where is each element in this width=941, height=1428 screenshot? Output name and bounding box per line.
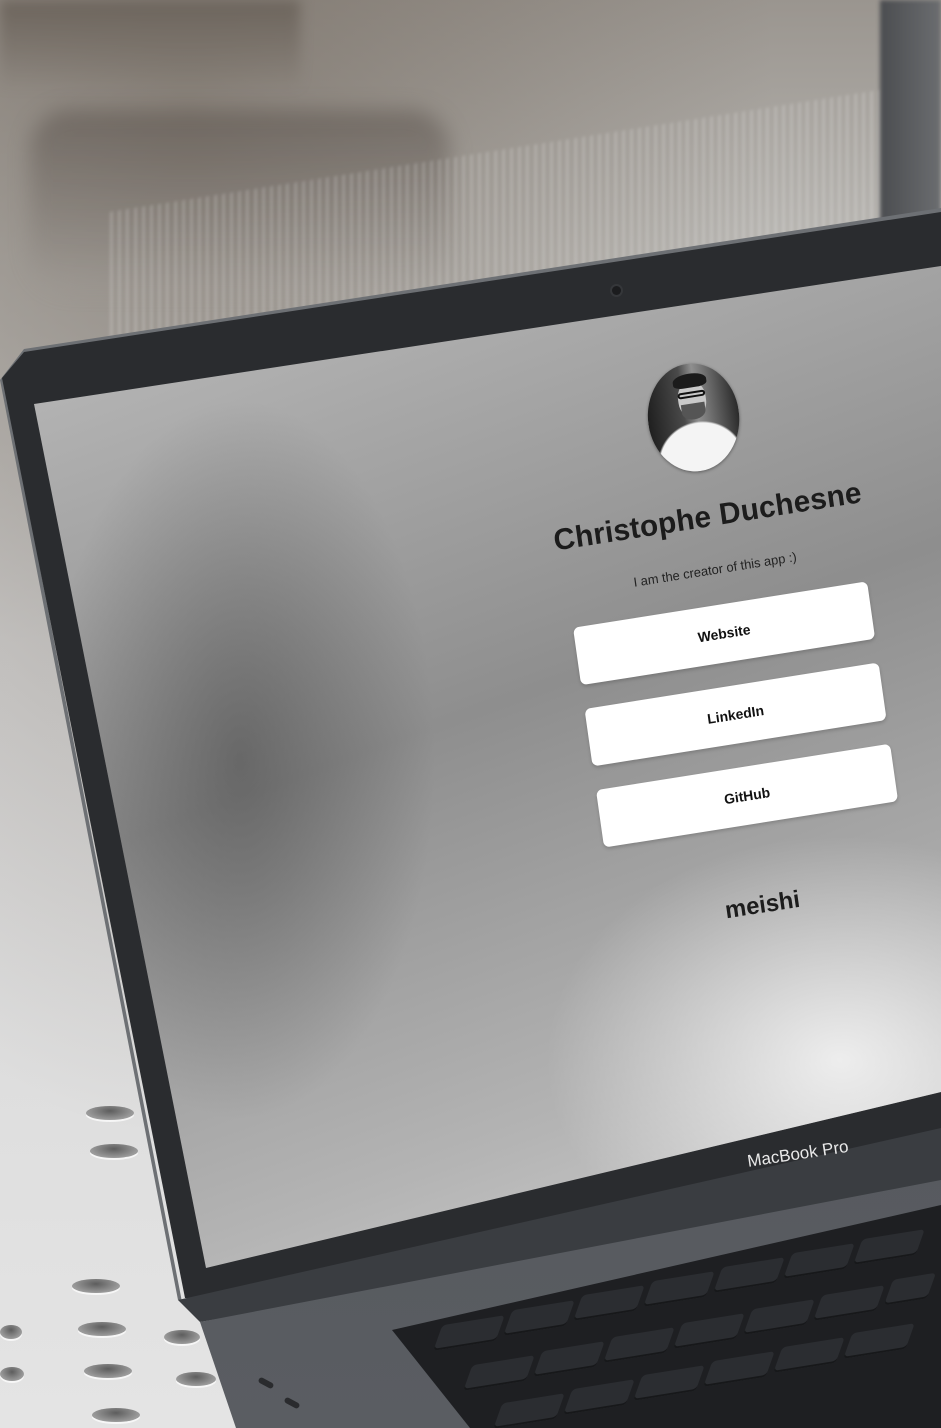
github-link-button[interactable]: GitHub: [595, 743, 899, 848]
profile-bio: I am the creator of this app :): [632, 549, 798, 590]
laptop: Christophe Duchesne I am the creator of …: [0, 0, 941, 1428]
avatar-beard: [680, 401, 707, 422]
link-list: Website LinkedIn GitHub: [573, 581, 899, 848]
avatar: [640, 356, 747, 479]
webcam-icon: [612, 286, 621, 295]
photo-scene: Christophe Duchesne I am the creator of …: [0, 0, 941, 1428]
profile-page: Christophe Duchesne I am the creator of …: [490, 333, 941, 950]
profile-name: Christophe Duchesne: [551, 476, 864, 558]
